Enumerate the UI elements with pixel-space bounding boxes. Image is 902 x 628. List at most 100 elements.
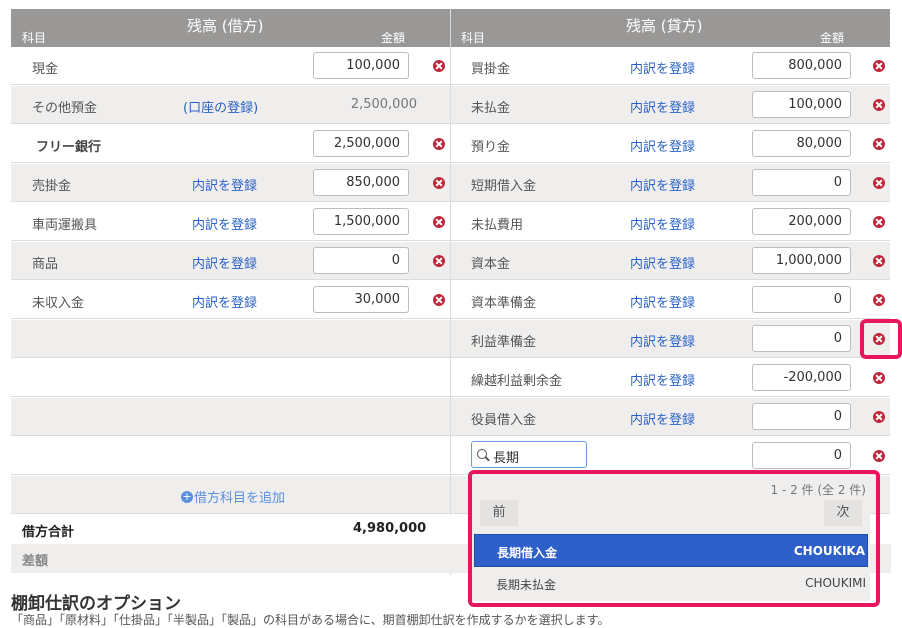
register-breakdown-link[interactable]: 内訳を登録 <box>630 175 695 194</box>
credit-amount-input[interactable]: 0 <box>752 403 851 430</box>
credit-subject: 資本準備金 <box>471 296 537 311</box>
credit-amount-input[interactable]: 0 <box>752 325 851 352</box>
search-value: 長期 <box>493 451 520 466</box>
credit-amount-input[interactable]: 100,000 <box>752 91 851 118</box>
delete-icon[interactable] <box>873 138 885 150</box>
credit-row: 役員借入金 内訳を登録 0 <box>451 398 890 436</box>
credit-subject: 短期借入金 <box>471 179 537 194</box>
credit-row: 未払費用 内訳を登録 200,000 <box>451 203 890 241</box>
debit-amount-input[interactable]: 850,000 <box>313 169 409 196</box>
delete-icon[interactable] <box>873 372 885 384</box>
credit-row: 預り金 内訳を登録 80,000 <box>451 125 890 163</box>
credit-row: 短期借入金 内訳を登録 0 <box>451 164 890 202</box>
delete-icon[interactable] <box>873 411 885 423</box>
debit-empty-row <box>11 320 450 358</box>
debit-subject: 未収入金 <box>32 296 85 311</box>
register-breakdown-link[interactable]: 内訳を登録 <box>630 292 695 311</box>
debit-subject: 現金 <box>32 62 59 77</box>
delete-icon[interactable] <box>873 216 885 228</box>
debit-empty-row <box>11 398 450 436</box>
register-breakdown-link[interactable]: 内訳を登録 <box>630 409 695 428</box>
credit-amount-input[interactable]: 80,000 <box>752 130 851 157</box>
credit-subject: 資本金 <box>471 257 511 272</box>
credit-amount-input[interactable]: 800,000 <box>752 52 851 79</box>
register-breakdown-link[interactable]: 内訳を登録 <box>192 253 257 272</box>
register-breakdown-link[interactable]: 内訳を登録 <box>630 214 695 233</box>
debit-amount-input[interactable]: 100,000 <box>313 52 409 79</box>
debit-subject: 車両運搬具 <box>32 218 98 233</box>
credit-row: 繰越利益剰余金 内訳を登録 -200,000 <box>451 359 890 397</box>
credit-row: 資本金 内訳を登録 1,000,000 <box>451 242 890 280</box>
register-breakdown-link[interactable]: 内訳を登録 <box>192 214 257 233</box>
debit-amount-input[interactable]: 0 <box>313 247 409 274</box>
register-breakdown-link[interactable]: 内訳を登録 <box>192 292 257 311</box>
delete-icon[interactable] <box>873 99 885 111</box>
credit-subject: 利益準備金 <box>471 335 537 350</box>
delete-icon[interactable] <box>873 60 885 72</box>
credit-subject: 繰越利益剰余金 <box>471 374 563 389</box>
plus-circle-icon: + <box>181 489 193 503</box>
credit-amount-input[interactable]: 0 <box>752 442 851 469</box>
credit-row: 資本準備金 内訳を登録 0 <box>451 281 890 319</box>
debit-amount-input[interactable]: 2,500,000 <box>313 130 409 157</box>
register-breakdown-link[interactable]: 内訳を登録 <box>630 331 695 350</box>
difference-label: 差額 <box>22 554 49 569</box>
credit-amount-input[interactable]: 0 <box>752 169 851 196</box>
register-breakdown-link[interactable]: 内訳を登録 <box>630 253 695 272</box>
search-icon-handle <box>485 456 490 462</box>
debit-empty-row <box>11 359 450 397</box>
register-breakdown-link[interactable]: 内訳を登録 <box>192 175 257 194</box>
credit-row: 未払金 内訳を登録 100,000 <box>451 86 890 124</box>
debit-header-title: 残高 (借方) <box>187 17 264 35</box>
debit-subject: 売掛金 <box>32 179 72 194</box>
debit-subject: 商品 <box>32 257 59 272</box>
delete-icon[interactable] <box>433 60 445 72</box>
delete-icon[interactable] <box>873 450 885 462</box>
add-debit-account-label: 借方科目を追加 <box>194 491 286 506</box>
debit-total-value: 4,980,000 <box>353 521 427 536</box>
debit-amount-readonly: 2,500,000 <box>350 97 417 112</box>
credit-col-subject: 科目 <box>461 31 486 45</box>
delete-icon[interactable] <box>433 177 445 189</box>
credit-amount-input[interactable]: -200,000 <box>752 364 851 391</box>
register-breakdown-link[interactable]: 内訳を登録 <box>630 136 695 155</box>
credit-subject: 買掛金 <box>471 62 511 77</box>
options-description: 「商品」「原材料」「仕掛品」「半製品」「製品」の科目がある場合に、期首棚卸仕訳を… <box>11 613 610 627</box>
debit-amount-input[interactable]: 1,500,000 <box>313 208 409 235</box>
credit-subject: 役員借入金 <box>471 413 537 428</box>
credit-amount-input[interactable]: 0 <box>752 286 851 313</box>
delete-icon[interactable] <box>873 255 885 267</box>
credit-header-title: 残高 (貸方) <box>626 17 703 35</box>
debit-row: その他預金 (口座の登録) 2,500,000 <box>11 86 450 124</box>
credit-row: 利益準備金 内訳を登録 0 <box>451 320 890 358</box>
debit-row: 現金 100,000 <box>11 47 450 85</box>
credit-amount-input[interactable]: 1,000,000 <box>752 247 851 274</box>
debit-row: 売掛金 内訳を登録 850,000 <box>11 164 450 202</box>
debit-header: 残高 (借方) 科目 金額 <box>11 9 450 47</box>
delete-icon[interactable] <box>433 216 445 228</box>
highlight-delete <box>860 319 902 359</box>
credit-subject: 未払費用 <box>471 218 524 233</box>
account-search-input[interactable]: 長期 <box>471 441 587 468</box>
debit-row: 車両運搬具 内訳を登録 1,500,000 <box>11 203 450 241</box>
delete-icon[interactable] <box>433 255 445 267</box>
credit-subject: 未払金 <box>471 101 511 116</box>
delete-icon[interactable] <box>433 294 445 306</box>
debit-row: 未収入金 内訳を登録 30,000 <box>11 281 450 319</box>
register-account-link[interactable]: (口座の登録) <box>183 97 258 116</box>
debit-row: フリー銀行 2,500,000 <box>11 125 450 163</box>
register-breakdown-link[interactable]: 内訳を登録 <box>630 58 695 77</box>
register-breakdown-link[interactable]: 内訳を登録 <box>630 97 695 116</box>
debit-subject: その他預金 <box>32 101 98 116</box>
delete-icon[interactable] <box>433 138 445 150</box>
debit-amount-input[interactable]: 30,000 <box>313 286 409 313</box>
delete-icon[interactable] <box>873 294 885 306</box>
delete-icon[interactable] <box>873 177 885 189</box>
credit-col-amount: 金額 <box>820 31 845 45</box>
register-breakdown-link[interactable]: 内訳を登録 <box>630 370 695 389</box>
add-debit-account-link[interactable]: + 借方科目を追加 <box>181 487 285 506</box>
highlight-dropdown <box>468 470 880 607</box>
debit-col-subject: 科目 <box>22 31 47 45</box>
credit-amount-input[interactable]: 200,000 <box>752 208 851 235</box>
debit-add-row: + 借方科目を追加 <box>11 476 450 514</box>
